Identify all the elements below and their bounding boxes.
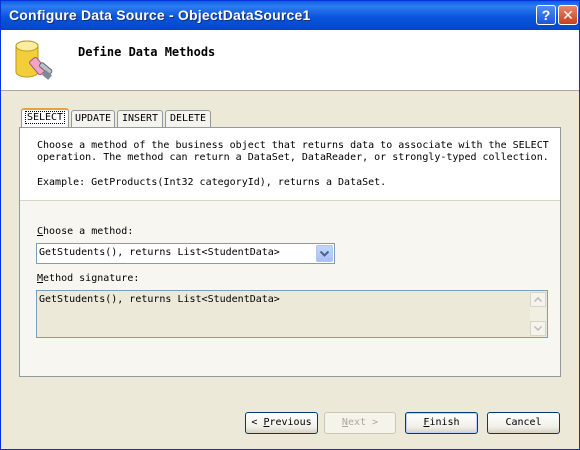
next-label: ext — [347, 417, 367, 428]
tab-select[interactable]: SELECT — [21, 108, 69, 128]
dialog-window: Configure Data Source - ObjectDataSource… — [0, 0, 580, 450]
help-button[interactable]: ? — [536, 5, 556, 25]
chevron-down-icon — [534, 326, 542, 331]
finish-label: inish — [429, 417, 460, 428]
dropdown-button[interactable] — [316, 245, 333, 262]
previous-label: revious — [269, 417, 312, 428]
close-button[interactable]: ✕ — [558, 5, 578, 25]
page-title: Define Data Methods — [78, 45, 216, 59]
choose-method-label-text: hoose a method: — [43, 226, 134, 237]
description-area: Choose a method of the business object t… — [20, 128, 560, 201]
tab-delete[interactable]: DELETE — [165, 110, 211, 127]
wizard-header: Define Data Methods — [1, 30, 579, 91]
scroll-down-button[interactable] — [530, 321, 546, 336]
method-select[interactable]: GetStudents(), returns List<StudentData> — [36, 243, 335, 264]
chevron-down-icon — [320, 251, 329, 257]
previous-arrow: < — [251, 417, 258, 428]
previous-button[interactable]: < Previous — [245, 412, 318, 434]
window-title: Configure Data Source - ObjectDataSource… — [9, 7, 311, 23]
tab-update-label: UPDATE — [74, 113, 112, 124]
cancel-button[interactable]: Cancel — [487, 412, 560, 434]
method-signature-value: GetStudents(), returns List<StudentData> — [39, 294, 280, 305]
vertical-scrollbar[interactable] — [530, 292, 546, 336]
tab-panel: Choose a method of the business object t… — [19, 127, 561, 377]
title-bar[interactable]: Configure Data Source - ObjectDataSource… — [1, 1, 579, 30]
tab-insert[interactable]: INSERT — [117, 110, 163, 127]
method-signature-label: Method signature: — [37, 273, 139, 284]
description-text: Choose a method of the business object t… — [37, 140, 549, 163]
tab-delete-label: DELETE — [169, 113, 207, 124]
database-icon — [15, 40, 53, 80]
method-signature-box[interactable]: GetStudents(), returns List<StudentData> — [36, 290, 548, 338]
chevron-up-icon — [534, 297, 542, 302]
choose-method-label: Choose a method: — [37, 226, 133, 237]
tab-select-label: SELECT — [24, 111, 66, 124]
method-signature-label-text: ethod signature: — [43, 273, 140, 284]
tab-insert-label: INSERT — [121, 113, 159, 124]
example-text: Example: GetProducts(Int32 categoryId), … — [37, 177, 387, 188]
method-select-value: GetStudents(), returns List<StudentData> — [39, 247, 280, 258]
scroll-up-button[interactable] — [530, 292, 546, 307]
next-arrow: > — [372, 417, 379, 428]
tab-update[interactable]: UPDATE — [71, 110, 115, 127]
next-button[interactable]: Next > — [324, 412, 396, 434]
finish-button[interactable]: Finish — [405, 412, 478, 434]
